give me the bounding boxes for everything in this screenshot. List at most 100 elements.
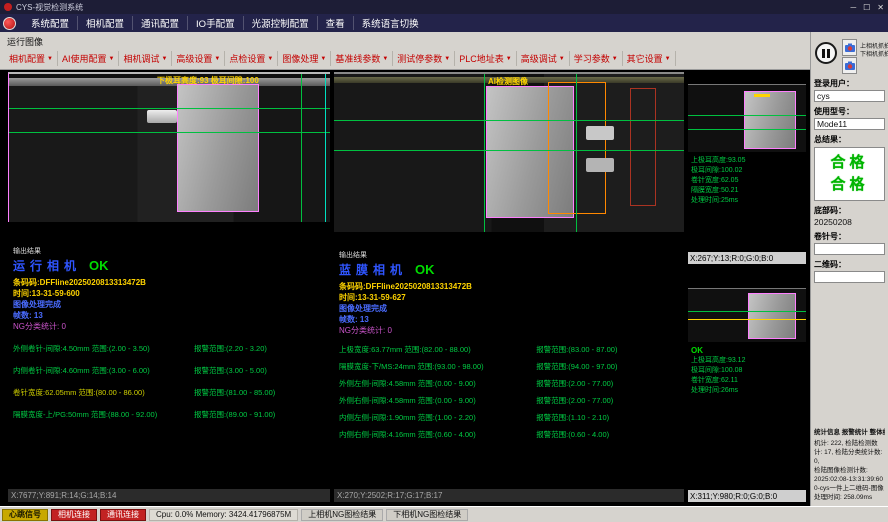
toolbar-label: AI使用配置 xyxy=(62,52,107,65)
measure-value: 隔膜宽度-下/MS:24mm 范围:(93.00 - 98.00) xyxy=(339,361,536,372)
model-value: Mode11 xyxy=(814,118,885,130)
statistics-line: 检陆图像检测计数: xyxy=(814,466,885,475)
measurement-row: 内侧左侧-间隙:1.90mm 范围:(1.00 - 2.20)报警范围:(1.1… xyxy=(339,412,679,423)
small-camera-image-top[interactable] xyxy=(688,84,806,152)
pass-badge: 合格 xyxy=(815,152,884,174)
machinery-background xyxy=(9,86,330,222)
close-icon[interactable]: ✕ xyxy=(877,3,884,12)
brand-logo-icon xyxy=(3,17,16,30)
chevron-down-icon: ▼ xyxy=(47,56,53,62)
camera-icon xyxy=(844,42,856,54)
center-camera-image[interactable]: AI检测图像 xyxy=(334,72,684,232)
capture-note-line: 上相机抓拍 xyxy=(860,43,888,51)
guide-line-yellow xyxy=(688,319,806,320)
time-line: 时间:13-31-59-627 xyxy=(339,292,679,303)
left-camera-image[interactable]: 下极耳高度:93 极耳间隙:100 xyxy=(8,72,330,222)
toolbar-item-image-processing[interactable]: 图像处理▼ xyxy=(278,51,331,66)
tab-run-image[interactable]: 运行图像 xyxy=(7,35,43,48)
lower-camera-capture-button[interactable] xyxy=(842,57,857,74)
menu-item-language[interactable]: 系统语言切换 xyxy=(354,16,427,30)
maximize-icon[interactable]: ☐ xyxy=(863,3,870,12)
toolbar-label: 图像处理 xyxy=(282,52,318,65)
menu-item-comm-config[interactable]: 通讯配置 xyxy=(133,16,188,30)
measurement-row: 隔膜宽度-下/MS:24mm 范围:(93.00 - 98.00)报警范围:(9… xyxy=(339,361,679,372)
chevron-down-icon: ▼ xyxy=(108,56,114,62)
status-line: 图像处理完成 xyxy=(339,303,679,314)
result-line: 处理时间:26ms xyxy=(691,386,803,396)
upper-camera-capture-button[interactable] xyxy=(842,39,857,56)
result-line: 上极耳高度:93.12 xyxy=(691,356,803,366)
measure-value: 隔膜宽度-上/PG:50mm 范围:(88.00 - 92.00) xyxy=(13,409,194,420)
needle-number-label: 卷针号： xyxy=(814,231,885,242)
bright-spot xyxy=(586,126,614,140)
menu-item-io-config[interactable]: IO手配置 xyxy=(188,16,244,30)
bright-spot xyxy=(586,158,614,172)
inspected-part xyxy=(744,91,796,149)
capture-notes: 上相机抓拍 下相机抓拍 xyxy=(860,43,888,59)
bottom-code-label: 底部码： xyxy=(814,205,885,216)
result-line: 卷针宽度:62.11 xyxy=(691,376,803,386)
qr-code-label: 二维码： xyxy=(814,259,885,270)
menu-item-view[interactable]: 查看 xyxy=(318,16,354,30)
alarm-range: 报警范围:(1.10 - 2.10) xyxy=(536,412,679,423)
toolbar-label: 基准线参数 xyxy=(335,52,380,65)
toolbar-item-ai-config[interactable]: AI使用配置▼ xyxy=(58,51,119,66)
lower-camera-ng-results-button[interactable]: 下相机NG图检结果 xyxy=(386,509,468,521)
capture-note-line: 下相机抓拍 xyxy=(860,51,888,59)
guide-line-h xyxy=(9,108,330,109)
toolbar-label: 相机调试 xyxy=(123,52,159,65)
small-camera-image-bottom[interactable] xyxy=(688,288,806,342)
toolbar-item-test-stop-params[interactable]: 测试停参数▼ xyxy=(393,51,455,66)
result-caption: 输出结果 xyxy=(13,246,325,256)
pixel-coords-readout: X:311;Y:980;R:0;G:0;B:0 xyxy=(688,490,806,502)
total-result-label: 总结果： xyxy=(814,134,885,145)
measure-value: 外侧左侧-间隙:4.58mm 范围:(0.00 - 9.00) xyxy=(339,378,536,389)
menu-item-camera-config[interactable]: 相机配置 xyxy=(78,16,133,30)
measure-value: 外侧卷针-间隙:4.50mm 范围:(2.00 - 3.50) xyxy=(13,343,194,354)
needle-number-value[interactable] xyxy=(814,243,885,255)
ng-line: NG分类统计: 0 xyxy=(13,321,325,332)
overlay-ai-label: AI检测图像 xyxy=(488,76,528,87)
toolbar-item-camera-debug[interactable]: 相机调试▼ xyxy=(119,51,172,66)
toolbar-item-other-settings[interactable]: 其它设置▼ xyxy=(623,51,676,66)
chevron-down-icon: ▼ xyxy=(612,56,618,62)
chevron-down-icon: ▼ xyxy=(382,56,388,62)
toolbar-item-learning-params[interactable]: 学习参数▼ xyxy=(570,51,623,66)
statistics-line: 计: 17, 检陆分类统计数: 0, xyxy=(814,448,885,466)
small-view-results: OK 上极耳高度:93.12 极耳间隙:100.08 卷针宽度:62.11 处理… xyxy=(688,342,806,490)
camera-name: 运行相机 xyxy=(13,257,81,274)
alarm-range: 报警范围:(83.00 - 87.00) xyxy=(536,344,679,355)
upper-camera-ng-results-button[interactable]: 上相机NG图检结果 xyxy=(301,509,383,521)
qr-code-value[interactable] xyxy=(814,271,885,283)
toolbar-item-advanced-settings[interactable]: 高级设置▼ xyxy=(172,51,225,66)
result-line: 处理时间:25ms xyxy=(691,196,803,206)
app-icon xyxy=(4,3,12,11)
bottom-code-value: 20250208 xyxy=(814,217,885,227)
toolbar-item-spot-check[interactable]: 点检设置▼ xyxy=(225,51,278,66)
measurement-row: 隔膜宽度-上/PG:50mm 范围:(88.00 - 92.00)报警范围:(8… xyxy=(13,409,325,420)
alarm-range: 报警范围:(0.60 - 4.00) xyxy=(536,429,679,440)
toolbar-label: 相机配置 xyxy=(9,52,45,65)
small-view-results: 上极耳高度:93.05 极耳间隙:100.02 卷针宽度:62.05 隔膜宽度:… xyxy=(688,152,806,252)
measurement-row: 外侧卷针-间隙:4.50mm 范围:(2.00 - 3.50)报警范围:(2.2… xyxy=(13,343,325,354)
pause-button[interactable] xyxy=(815,42,837,64)
guide-line-v xyxy=(301,74,302,222)
menu-item-system-config[interactable]: 系统配置 xyxy=(23,16,78,30)
alarm-range: 报警范围:(2.00 - 77.00) xyxy=(536,378,679,389)
toolbar-item-baseline-params[interactable]: 基准线参数▼ xyxy=(331,51,393,66)
guide-line-h xyxy=(9,132,330,133)
measurement-row: 内侧卷针-间隙:4.60mm 范围:(3.00 - 6.00)报警范围:(3.0… xyxy=(13,365,325,376)
pixel-coords-readout: X:270;Y:2502;R:17;G:17;B:17 xyxy=(334,489,684,502)
barcode-line: 条码码:DFFline2025020813313472B xyxy=(339,281,679,292)
minimize-icon[interactable]: ─ xyxy=(850,3,856,12)
pause-icon xyxy=(827,49,830,58)
comm-connection-indicator: 通讯连接 xyxy=(100,509,146,521)
pass-badge: 合格 xyxy=(815,174,884,196)
toolbar-item-advanced-debug[interactable]: 高级调试▼ xyxy=(517,51,570,66)
menu-item-light-config[interactable]: 光源控制配置 xyxy=(244,16,318,30)
guide-line-h xyxy=(688,311,806,312)
chevron-down-icon: ▼ xyxy=(444,56,450,62)
model-label: 使用型号： xyxy=(814,106,885,117)
toolbar-item-plc-address[interactable]: PLC地址表▼ xyxy=(455,51,516,66)
toolbar-item-camera-config[interactable]: 相机配置▼ xyxy=(5,51,58,66)
